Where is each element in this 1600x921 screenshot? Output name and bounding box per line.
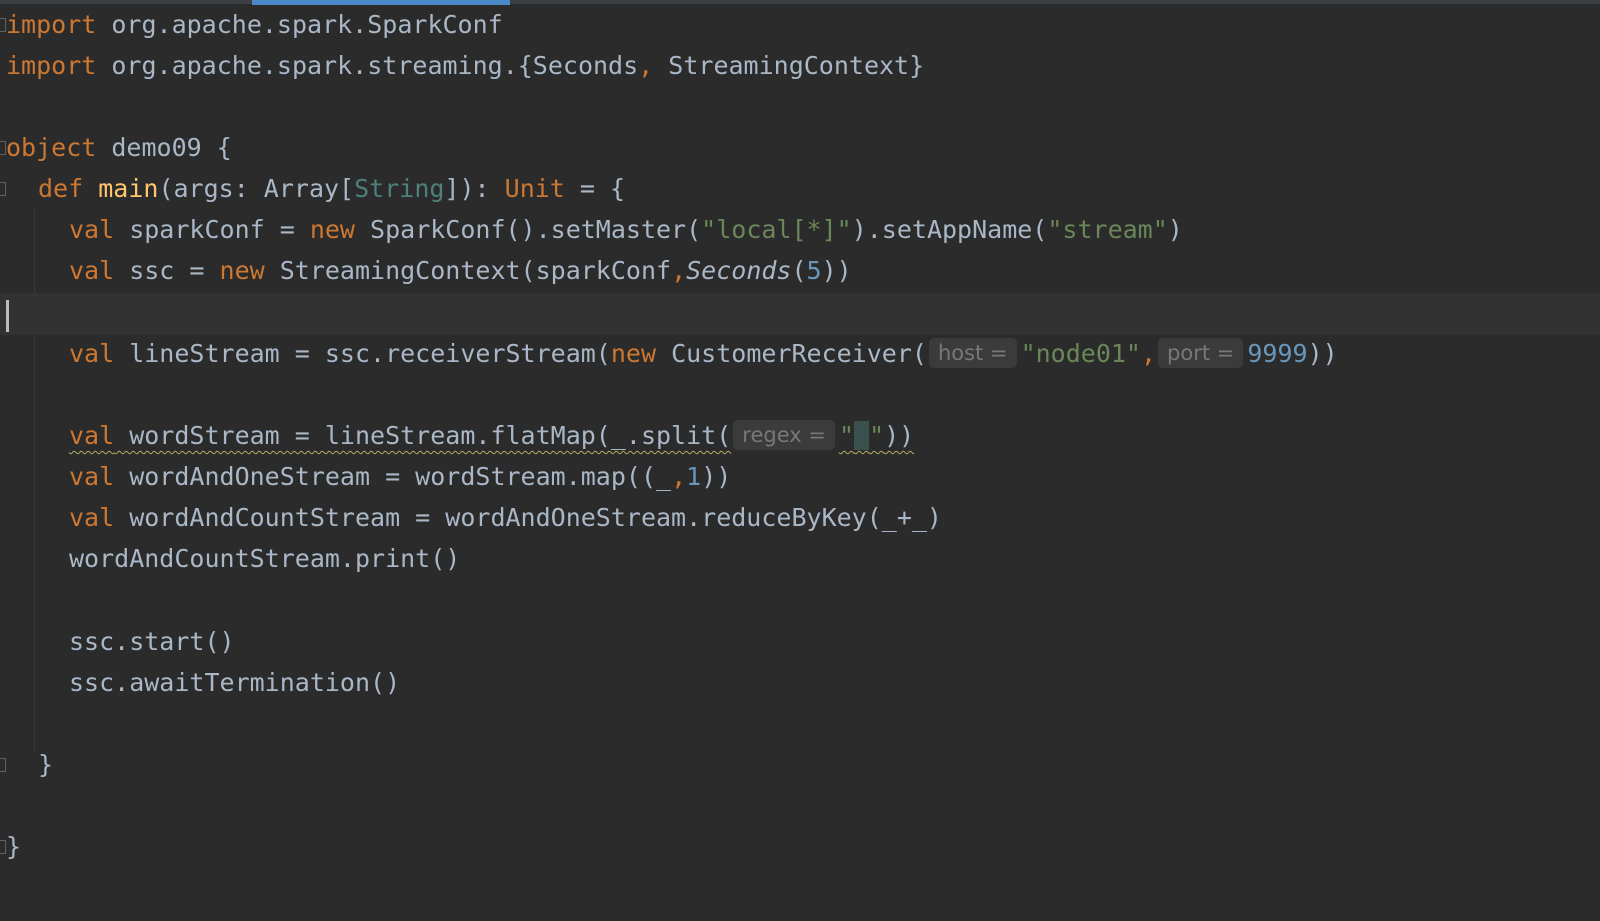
code-text: org.apache.spark.streaming.{Seconds <box>96 51 639 80</box>
code-text: )) <box>701 462 732 491</box>
string-literal: "node01" <box>1020 339 1141 368</box>
code-text: ).setAppName( <box>851 215 1048 244</box>
code-text: ( <box>791 256 807 285</box>
code-text: StreamingContext} <box>653 51 925 80</box>
code-line-import-sparkconf[interactable]: import org.apache.spark.SparkConf <box>0 4 1600 46</box>
number-literal: 1 <box>686 462 702 491</box>
text-caret <box>6 300 9 332</box>
code-text: } <box>38 750 54 779</box>
code-line-current[interactable] <box>0 293 1600 335</box>
code-line-linestream[interactable]: val lineStream = ssc.receiverStream(new … <box>0 333 1600 375</box>
code-text: (args: Array[ <box>158 174 355 203</box>
keyword: object <box>6 133 97 162</box>
parameter-hint: host = <box>928 338 1017 368</box>
parameter-hint: regex = <box>733 420 835 450</box>
code-text: Seconds <box>686 256 792 285</box>
code-text: )) <box>884 421 915 450</box>
code-text: wordAndCountStream.print() <box>69 544 461 573</box>
keyword: import <box>6 51 97 80</box>
code-text: )) <box>821 256 852 285</box>
code-text: wordStream = lineStream.flatMap(_.split( <box>114 421 732 450</box>
type-param: String <box>354 174 445 203</box>
code-editor[interactable]: import org.apache.spark.SparkConf import… <box>0 0 1600 921</box>
number-literal: 9999 <box>1247 339 1308 368</box>
code-line-import-streaming[interactable]: import org.apache.spark.streaming.{Secon… <box>0 45 1600 87</box>
keyword: import <box>6 10 97 39</box>
keyword: new <box>610 339 657 368</box>
code-text: sparkConf = <box>114 215 310 244</box>
code-line-close-main[interactable]: } <box>0 744 1600 786</box>
code-text: demo09 { <box>96 133 232 162</box>
code-line-close-object[interactable]: } <box>0 826 1600 868</box>
code-line-main-def[interactable]: def main(args: Array[String]): Unit = { <box>0 168 1600 210</box>
code-text: )) <box>1307 339 1338 368</box>
code-text: wordAndOneStream = wordStream.map((_ <box>114 462 672 491</box>
string-literal: "stream" <box>1047 215 1168 244</box>
code-line-wordstream[interactable]: val wordStream = lineStream.flatMap(_.sp… <box>0 415 1600 457</box>
code-text: org.apache.spark.SparkConf <box>96 10 503 39</box>
function-name: main <box>98 174 159 203</box>
code-text: wordAndCountStream = wordAndOneStream.re… <box>114 503 942 532</box>
code-line-wordandcount[interactable]: val wordAndCountStream = wordAndOneStrea… <box>0 497 1600 539</box>
code-text: CustomerReceiver( <box>656 339 927 368</box>
code-text: ssc.start() <box>69 627 235 656</box>
keyword: val <box>69 503 115 532</box>
code-text: lineStream = ssc.receiverStream( <box>114 339 611 368</box>
keyword: val <box>69 462 115 491</box>
code-text: StreamingContext(sparkConf <box>264 256 672 285</box>
code-line-await[interactable]: ssc.awaitTermination() <box>0 662 1600 704</box>
code-text: } <box>6 832 22 861</box>
code-text: SparkConf().setMaster( <box>354 215 702 244</box>
warning-squiggle[interactable]: val wordStream = lineStream.flatMap(_.sp… <box>69 420 915 450</box>
code-text: ssc = <box>114 256 220 285</box>
keyword: new <box>309 215 355 244</box>
string-literal <box>854 421 870 450</box>
code-text: ssc.awaitTermination() <box>69 668 401 697</box>
code-line-start[interactable]: ssc.start() <box>0 621 1600 663</box>
code-text: ]): <box>444 174 505 203</box>
keyword: val <box>69 256 115 285</box>
code-line-print[interactable]: wordAndCountStream.print() <box>0 538 1600 580</box>
parameter-hint: port = <box>1158 338 1244 368</box>
comma: , <box>1140 339 1157 368</box>
string-literal: " <box>838 421 854 450</box>
code-text: ) <box>1167 215 1183 244</box>
keyword: val <box>69 339 115 368</box>
number-literal: 5 <box>806 256 822 285</box>
keyword: def <box>38 174 84 203</box>
comma: , <box>671 256 687 285</box>
keyword: val <box>69 421 115 450</box>
string-literal: " <box>869 421 885 450</box>
keyword: Unit <box>504 174 565 203</box>
code-line-object-decl[interactable]: object demo09 { <box>0 127 1600 169</box>
keyword: val <box>69 215 115 244</box>
comma: , <box>638 51 654 80</box>
code-line-ssc[interactable]: val ssc = new StreamingContext(sparkConf… <box>0 250 1600 292</box>
comma: , <box>671 462 687 491</box>
code-line-wordandone[interactable]: val wordAndOneStream = wordStream.map((_… <box>0 456 1600 498</box>
keyword: new <box>219 256 265 285</box>
code-text: = { <box>564 174 626 203</box>
string-literal: "local[*]" <box>701 215 852 244</box>
code-line-sparkconf[interactable]: val sparkConf = new SparkConf().setMaste… <box>0 209 1600 251</box>
